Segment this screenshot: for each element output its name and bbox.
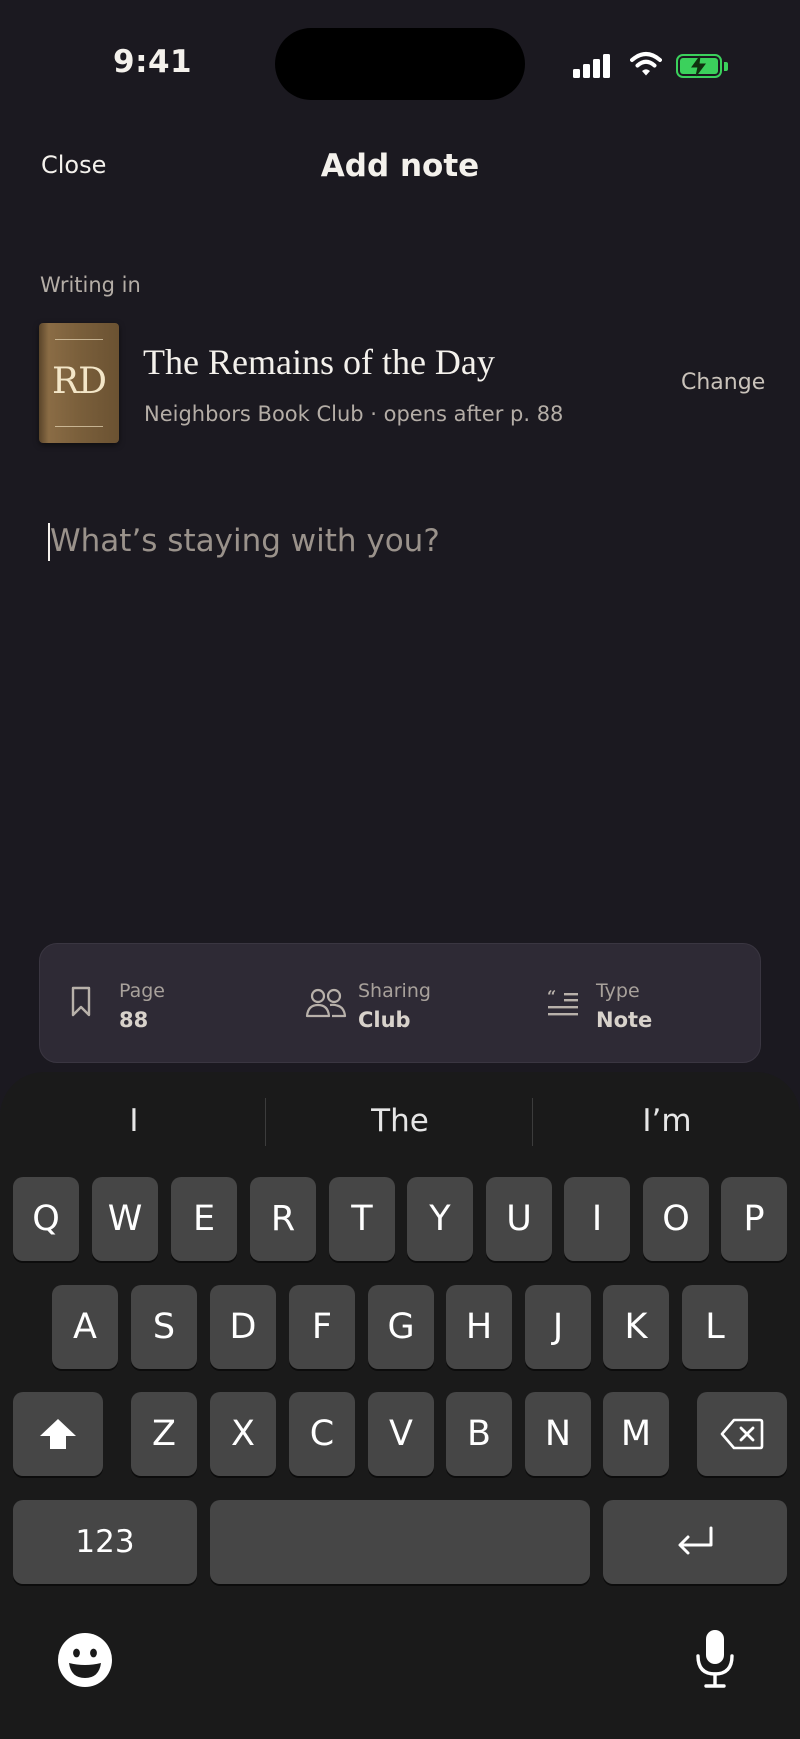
key-h[interactable]: H [446, 1285, 512, 1369]
wifi-icon [630, 50, 662, 78]
note-input[interactable] [50, 515, 750, 567]
key-m[interactable]: M [603, 1392, 669, 1476]
page-option-label: Page [119, 980, 165, 1002]
key-t[interactable]: T [329, 1177, 395, 1261]
page-title: Add note [320, 148, 480, 184]
page-option[interactable]: Page 88 [70, 944, 290, 1064]
key-f[interactable]: F [289, 1285, 355, 1369]
quote-lines-icon: “ [547, 990, 578, 1016]
note-options-bar: Page 88 Sharing Club “ Type Note [39, 943, 761, 1063]
sharing-option-value: Club [358, 1008, 411, 1032]
space-key[interactable] [210, 1500, 590, 1584]
battery-charging-icon [676, 54, 730, 80]
key-w[interactable]: W [92, 1177, 158, 1261]
change-book-button[interactable]: Change [681, 370, 765, 395]
backspace-icon [720, 1418, 764, 1450]
sharing-option[interactable]: Sharing Club [305, 944, 525, 1064]
shift-arrow-icon [40, 1419, 76, 1449]
key-s[interactable]: S [131, 1285, 197, 1369]
suggestion-2[interactable]: The [280, 1103, 520, 1139]
key-j[interactable]: J [525, 1285, 591, 1369]
key-i[interactable]: I [564, 1177, 630, 1261]
type-option-value: Note [596, 1008, 653, 1032]
cellular-signal-icon [573, 54, 613, 78]
dynamic-island [275, 28, 525, 100]
key-o[interactable]: O [643, 1177, 709, 1261]
book-title: The Remains of the Day [143, 342, 495, 382]
microphone-icon [696, 1630, 734, 1688]
svg-text:“: “ [547, 990, 556, 1006]
shift-key[interactable] [13, 1392, 103, 1476]
key-v[interactable]: V [368, 1392, 434, 1476]
type-option[interactable]: “ Type Note [547, 944, 747, 1064]
key-b[interactable]: B [446, 1392, 512, 1476]
key-x[interactable]: X [210, 1392, 276, 1476]
key-y[interactable]: Y [407, 1177, 473, 1261]
key-r[interactable]: R [250, 1177, 316, 1261]
people-icon [305, 988, 347, 1018]
bookmark-icon [71, 986, 91, 1017]
key-z[interactable]: Z [131, 1392, 197, 1476]
delete-key[interactable] [697, 1392, 787, 1476]
emoji-icon [58, 1633, 112, 1687]
sharing-option-label: Sharing [358, 980, 431, 1002]
suggestion-1[interactable]: I [14, 1103, 254, 1139]
page-option-value: 88 [119, 1008, 149, 1032]
key-a[interactable]: A [52, 1285, 118, 1369]
key-u[interactable]: U [486, 1177, 552, 1261]
key-e[interactable]: E [171, 1177, 237, 1261]
suggestion-divider [532, 1098, 533, 1146]
book-cover-initials: RD [52, 361, 107, 402]
note-editor[interactable] [44, 515, 764, 567]
key-l[interactable]: L [682, 1285, 748, 1369]
emoji-button[interactable] [57, 1632, 113, 1688]
key-p[interactable]: P [721, 1177, 787, 1261]
book-subtitle: Neighbors Book Club · opens after p. 88 [144, 402, 564, 426]
type-option-label: Type [596, 980, 640, 1002]
key-c[interactable]: C [289, 1392, 355, 1476]
suggestion-3[interactable]: I’m [547, 1103, 787, 1139]
key-k[interactable]: K [603, 1285, 669, 1369]
return-arrow-icon [678, 1526, 713, 1555]
status-time: 9:41 [113, 44, 193, 80]
dictation-button[interactable] [694, 1628, 736, 1690]
key-n[interactable]: N [525, 1392, 591, 1476]
book-cover: RD [39, 323, 119, 443]
key-q[interactable]: Q [13, 1177, 79, 1261]
return-key[interactable] [603, 1500, 787, 1584]
numbers-key[interactable]: 123 [13, 1500, 197, 1584]
suggestion-divider [265, 1098, 266, 1146]
writing-in-label: Writing in [40, 273, 141, 297]
key-g[interactable]: G [368, 1285, 434, 1369]
key-d[interactable]: D [210, 1285, 276, 1369]
